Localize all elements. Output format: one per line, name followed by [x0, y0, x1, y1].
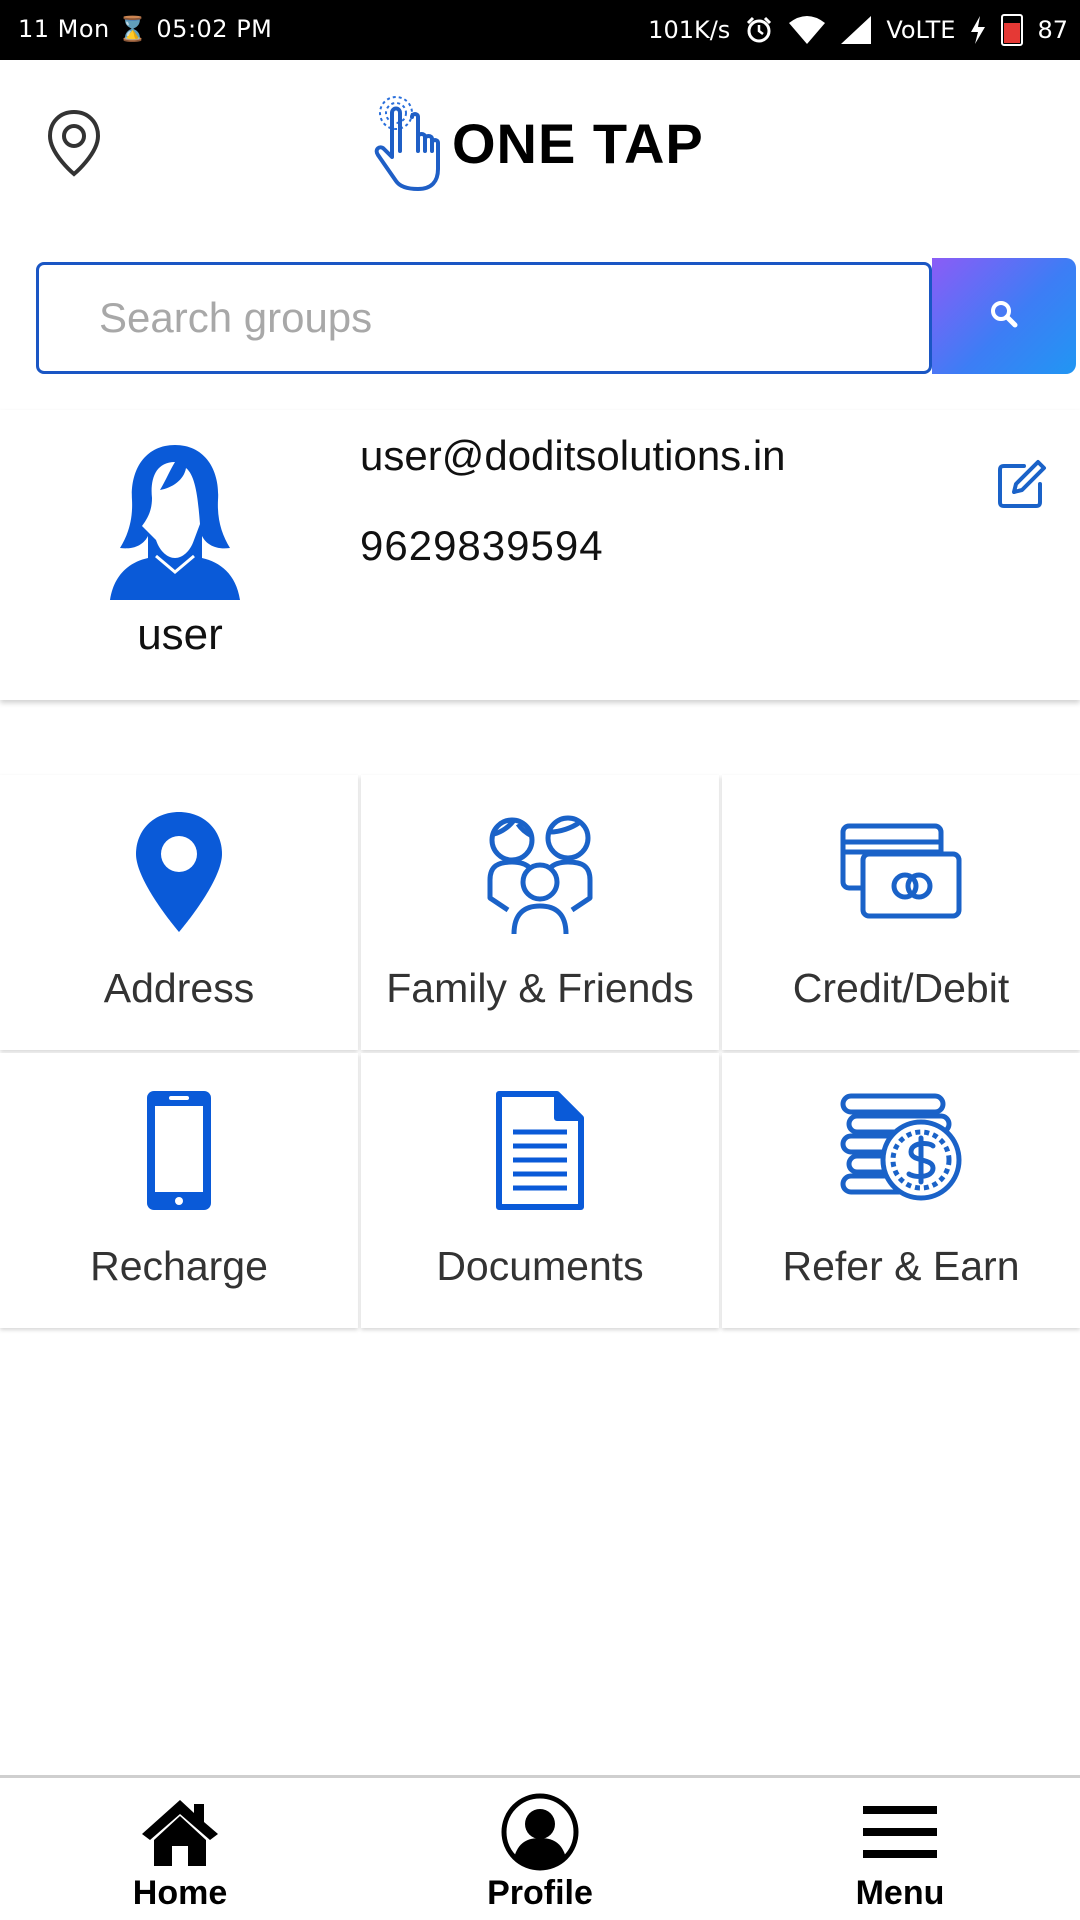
- profile-phone: 9629839594: [360, 522, 604, 569]
- profile-name: user: [137, 610, 223, 659]
- wifi-icon: [788, 15, 826, 45]
- alarm-icon: [744, 15, 774, 45]
- profile-card: user user@doditsolutions.in 9629839594: [0, 410, 1080, 700]
- status-bar: 11 Mon ⌛ 05:02 PM 101K/s VoLTE 87: [0, 0, 1080, 60]
- app-logo: ONE TAP: [368, 88, 704, 198]
- tap-hand-icon: [368, 93, 448, 193]
- search-bar: [36, 258, 1076, 374]
- nav-home[interactable]: Home: [80, 1792, 280, 1917]
- nav-label: Home: [132, 1874, 228, 1912]
- tile-label: Family & Friends: [386, 965, 694, 1011]
- network-type: VoLTE: [886, 16, 956, 44]
- nav-label: Menu: [855, 1874, 945, 1912]
- home-icon: [137, 1792, 223, 1872]
- edit-icon[interactable]: [996, 458, 1048, 510]
- battery-level: 87: [1037, 16, 1068, 44]
- app-header: ONE TAP: [0, 60, 1080, 220]
- signal-icon: [840, 15, 872, 45]
- profile-icon: [497, 1792, 583, 1872]
- map-pin-outline-icon[interactable]: [44, 108, 104, 178]
- tile-label: Refer & Earn: [782, 1243, 1020, 1289]
- nav-profile[interactable]: Profile: [440, 1792, 640, 1917]
- app-name: ONE TAP: [452, 111, 704, 175]
- nav-label: Profile: [487, 1874, 593, 1912]
- status-indicators: 101K/s VoLTE 87: [648, 10, 1068, 50]
- search-icon: [989, 299, 1019, 334]
- search-button[interactable]: [932, 258, 1076, 374]
- tile-address[interactable]: Address: [0, 775, 358, 1050]
- tile-credit-debit[interactable]: Credit/Debit: [722, 775, 1080, 1050]
- tile-label: Address: [103, 965, 255, 1011]
- coins-icon: [836, 1085, 966, 1215]
- network-speed: 101K/s: [648, 16, 731, 44]
- feature-grid: Address Family & Friends Credit/Debit Re…: [0, 775, 1080, 1328]
- tile-documents[interactable]: Documents: [361, 1053, 719, 1328]
- location-pin-icon: [114, 807, 244, 937]
- bottom-navigation: Home Profile Menu: [0, 1775, 1080, 1920]
- tile-family-friends[interactable]: Family & Friends: [361, 775, 719, 1050]
- search-input[interactable]: [36, 262, 932, 374]
- status-date-time: 11 Mon ⌛ 05:02 PM: [18, 15, 273, 43]
- mobile-phone-icon: [114, 1085, 244, 1215]
- nav-menu[interactable]: Menu: [800, 1792, 1000, 1917]
- tile-label: Credit/Debit: [792, 965, 1010, 1011]
- female-avatar-icon: [100, 440, 250, 605]
- document-icon: [475, 1085, 605, 1215]
- tile-refer-earn[interactable]: Refer & Earn: [722, 1053, 1080, 1328]
- tile-label: Recharge: [90, 1243, 268, 1289]
- tile-label: Documents: [436, 1243, 644, 1289]
- credit-card-icon: [836, 807, 966, 937]
- menu-icon: [857, 1792, 943, 1872]
- screen: 11 Mon ⌛ 05:02 PM 101K/s VoLTE 87 ONE TA…: [0, 0, 1080, 1920]
- charging-icon: [969, 15, 987, 45]
- tile-recharge[interactable]: Recharge: [0, 1053, 358, 1328]
- profile-email: user@doditsolutions.in: [360, 432, 786, 479]
- battery-icon: [1001, 14, 1024, 46]
- family-icon: [475, 807, 605, 937]
